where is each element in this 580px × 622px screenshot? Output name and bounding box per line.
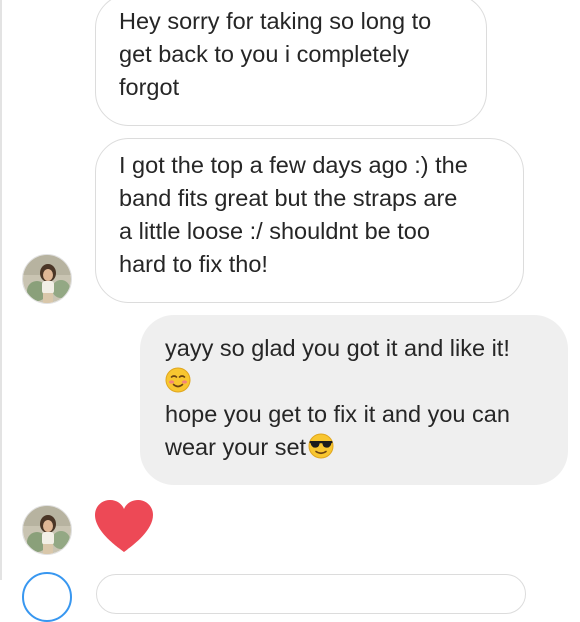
smiling-blush-emoji xyxy=(165,367,191,393)
incoming-message-bubble[interactable] xyxy=(96,574,526,614)
incoming-message-bubble[interactable]: I got the top a few days ago :) the band… xyxy=(95,138,524,303)
sunglasses-emoji xyxy=(308,433,334,459)
message-text-line: forgot xyxy=(119,74,180,100)
left-divider xyxy=(0,0,2,580)
message-text-fragment: wear your set xyxy=(165,434,307,460)
avatar-photo xyxy=(23,255,71,303)
message-text-line: band fits great but the straps are xyxy=(119,185,458,211)
message-text-line: hard to fix tho! xyxy=(119,251,268,277)
message-text-line: wear your set xyxy=(165,431,548,464)
heart-icon[interactable] xyxy=(92,498,156,554)
incoming-message-bubble[interactable]: Hey sorry for taking so long to get back… xyxy=(95,0,487,126)
heart-icon xyxy=(95,500,153,552)
message-text-line: get back to you i completely xyxy=(119,41,409,67)
sender-avatar[interactable] xyxy=(22,505,72,555)
message-emoji-line xyxy=(165,365,548,398)
message-text-line: hope you get to fix it and you can xyxy=(165,401,510,427)
message-text-line: Hey sorry for taking so long to xyxy=(119,8,432,34)
message-text-line: I got the top a few days ago :) the xyxy=(119,152,468,178)
message-text-line: a little loose :/ shouldnt be too xyxy=(119,218,430,244)
sender-avatar[interactable] xyxy=(22,254,72,304)
outgoing-message-bubble[interactable]: yayy so glad you got it and like it! hop… xyxy=(140,315,568,485)
avatar-photo xyxy=(23,506,71,554)
message-text-line: yayy so glad you got it and like it! xyxy=(165,335,510,361)
